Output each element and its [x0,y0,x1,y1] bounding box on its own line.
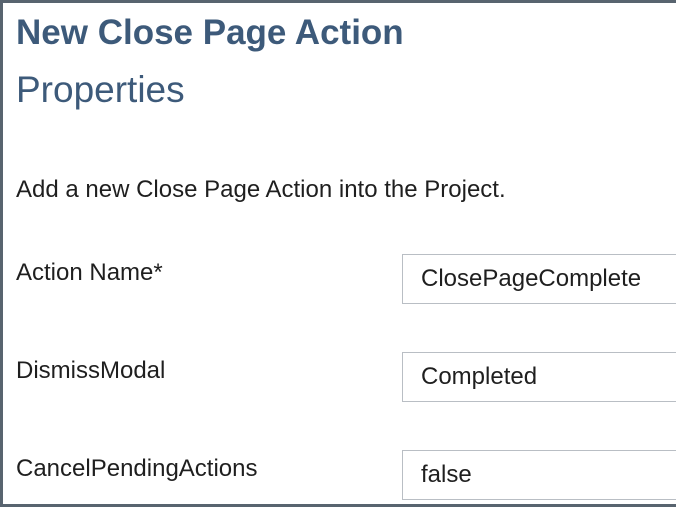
action-name-input[interactable] [402,254,676,304]
cancel-pending-actions-label: CancelPendingActions [16,455,258,482]
dialog-title: New Close Page Action [16,13,404,52]
cancel-pending-actions-input[interactable] [402,450,676,500]
dialog-frame: New Close Page Action Properties Add a n… [0,0,676,507]
dismiss-modal-label: DismissModal [16,357,166,384]
section-heading-properties: Properties [16,69,185,110]
action-name-label: Action Name* [16,259,163,286]
dialog-description: Add a new Close Page Action into the Pro… [16,176,506,203]
dismiss-modal-input[interactable] [402,352,676,402]
